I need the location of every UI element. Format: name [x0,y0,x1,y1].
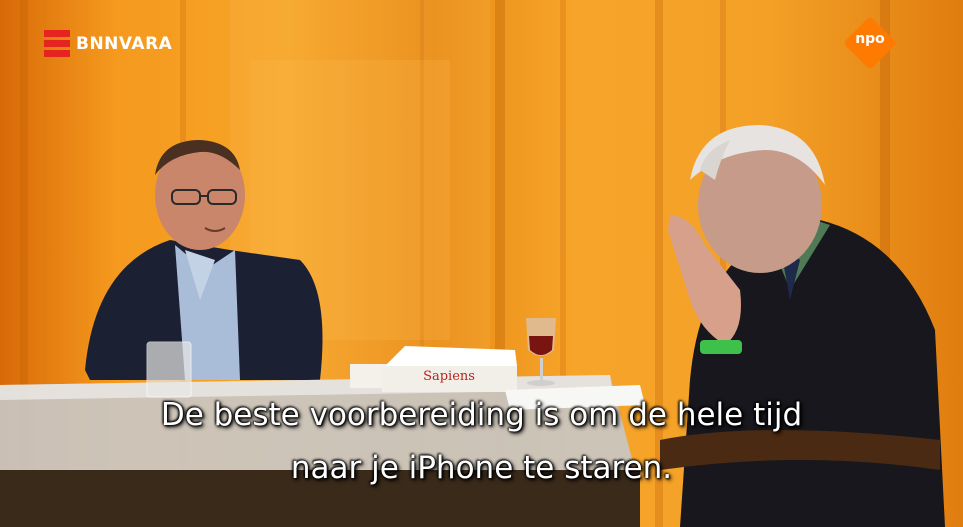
bnnvara-bars-icon [44,30,70,57]
channel-logo-text: npo [855,31,885,47]
book-title: Sapiens [423,369,475,384]
broadcaster-logo-text: BNNVARA [76,33,173,54]
broadcaster-logo: BNNVARA [44,30,172,57]
subtitle-line-2: naar je iPhone te staren. [290,450,673,486]
scene-background [0,0,945,527]
video-frame: BNNVARA npo Sapiens De beste voorbereidi… [0,0,963,527]
subtitle-line-1: De beste voorbereiding is om de hele tij… [160,397,803,433]
